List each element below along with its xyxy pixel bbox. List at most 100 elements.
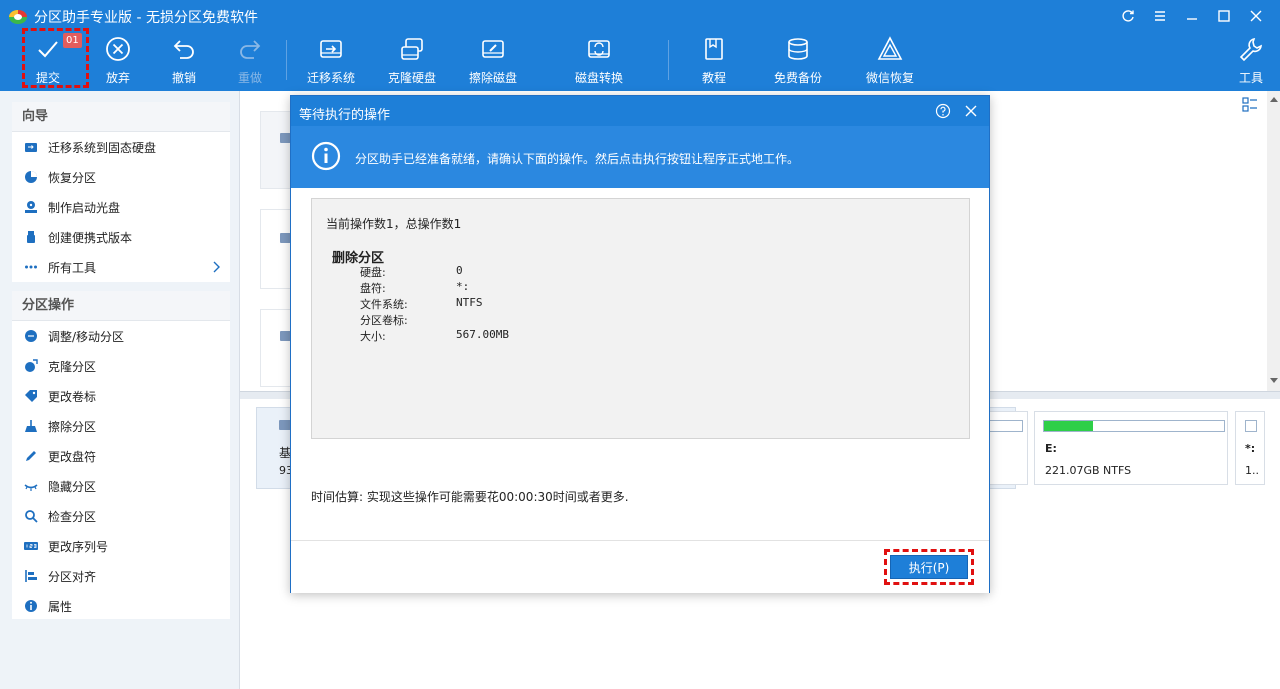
top-bar: 分区助手专业版 - 无损分区免费软件 提交 01 放弃 撤销 重做 迁移系统 克… bbox=[0, 0, 1280, 91]
info-message: 分区助手已经准备就绪，请确认下面的操作。然后点击执行按钮让程序正式地工作。 bbox=[355, 152, 800, 166]
refresh-button[interactable] bbox=[1112, 4, 1144, 28]
discard-label: 放弃 bbox=[105, 71, 130, 85]
tools-button[interactable]: 工具 bbox=[1236, 34, 1266, 88]
help-icon[interactable] bbox=[935, 103, 951, 119]
sidebar-item-label: 所有工具 bbox=[48, 260, 97, 275]
partition-letter: *: bbox=[1245, 442, 1256, 455]
op-field-label: 大小: bbox=[360, 330, 386, 343]
sidebar-item-change-label[interactable]: 更改卷标 bbox=[12, 381, 230, 411]
sidebar-item-bootable-media[interactable]: 制作启动光盘 bbox=[12, 192, 230, 222]
sidebar-item-change-serial[interactable]: 更改序列号 bbox=[12, 531, 230, 561]
vertical-scrollbar[interactable] bbox=[1267, 91, 1280, 391]
app-logo-icon bbox=[9, 10, 27, 24]
wipe-disk-button[interactable]: 擦除磁盘 bbox=[469, 34, 517, 88]
migrate-os-label: 迁移系统 bbox=[307, 71, 356, 85]
wechat-recovery-label: 微信恢复 bbox=[866, 71, 915, 85]
redo-icon bbox=[240, 40, 261, 59]
toolbar-separator bbox=[668, 40, 669, 80]
hamburger-icon bbox=[1155, 11, 1165, 21]
op-field-label: 盘符: bbox=[360, 282, 386, 295]
sidebar-item-check-partition[interactable]: 检查分区 bbox=[12, 501, 230, 531]
disk-convert-label: 磁盘转换 bbox=[575, 71, 624, 85]
align-icon bbox=[25, 570, 37, 582]
magnifier-icon bbox=[25, 510, 38, 523]
undo-label: 撤销 bbox=[171, 71, 196, 85]
sidebar-item-label: 擦除分区 bbox=[48, 419, 97, 434]
title-bar: 分区助手专业版 - 无损分区免费软件 bbox=[0, 0, 1280, 32]
pencil-icon bbox=[26, 451, 36, 461]
sidebar-item-resize-move[interactable]: 调整/移动分区 bbox=[12, 321, 230, 351]
op-field-value: 0 bbox=[456, 264, 463, 277]
close-icon[interactable] bbox=[963, 103, 979, 119]
wipe-disk-label: 擦除磁盘 bbox=[469, 71, 518, 85]
undo-button[interactable]: 撤销 bbox=[169, 34, 199, 88]
redo-button[interactable]: 重做 bbox=[235, 34, 265, 88]
resize-icon bbox=[25, 330, 37, 342]
partition-usage-bar bbox=[1043, 420, 1225, 432]
partition-ops-panel: 分区操作 调整/移动分区 克隆分区 更改卷标 擦除分区 更改盘符 隐藏分区 检查… bbox=[12, 291, 230, 619]
minimize-button[interactable] bbox=[1176, 4, 1208, 28]
operations-list: 当前操作数1，总操作数1 删除分区 硬盘: 0 盘符: *: 文件系统: NTF… bbox=[311, 198, 970, 439]
free-backup-button[interactable]: 免费备份 bbox=[774, 34, 822, 88]
sidebar-item-recover-partition[interactable]: 恢复分区 bbox=[12, 162, 230, 192]
cancel-circle-icon bbox=[106, 37, 130, 61]
scroll-up-icon[interactable] bbox=[1269, 95, 1279, 103]
tutorial-button[interactable]: 教程 bbox=[699, 34, 729, 88]
recovery-triangle-icon bbox=[877, 36, 903, 60]
clone-disk-label: 克隆硬盘 bbox=[388, 71, 437, 85]
hidden-eye-icon bbox=[24, 484, 38, 491]
usb-drive-icon bbox=[27, 231, 35, 243]
wrench-icon bbox=[1239, 37, 1262, 62]
sidebar-item-all-tools[interactable]: 所有工具 bbox=[12, 252, 230, 282]
partition-card-e[interactable]: E: 221.07GB NTFS bbox=[1034, 411, 1228, 485]
book-icon bbox=[705, 38, 723, 60]
dialog-title: 等待执行的操作 bbox=[299, 108, 391, 123]
scroll-down-icon[interactable] bbox=[1269, 377, 1279, 385]
sidebar-item-portable-version[interactable]: 创建便携式版本 bbox=[12, 222, 230, 252]
sidebar-item-properties[interactable]: 属性 bbox=[12, 591, 230, 621]
disk-convert-icon bbox=[588, 40, 610, 58]
sidebar-item-label: 更改序列号 bbox=[48, 539, 109, 554]
op-field-value: *: bbox=[456, 280, 470, 293]
sidebar-item-label: 更改卷标 bbox=[48, 389, 97, 404]
partition-usage-bar bbox=[1245, 420, 1257, 432]
redo-label: 重做 bbox=[237, 71, 262, 85]
wizard-heading: 向导 bbox=[12, 102, 230, 132]
sidebar-item-align-partition[interactable]: 分区对齐 bbox=[12, 561, 230, 591]
sidebar-item-wipe-partition[interactable]: 擦除分区 bbox=[12, 411, 230, 441]
sidebar-item-clone-partition[interactable]: 克隆分区 bbox=[12, 351, 230, 381]
pie-icon bbox=[25, 171, 37, 183]
sidebar-item-hide-partition[interactable]: 隐藏分区 bbox=[12, 471, 230, 501]
partition-info: 221.07GB NTFS bbox=[1045, 464, 1132, 477]
sidebar-item-label: 分区对齐 bbox=[48, 569, 97, 584]
time-estimate: 时间估算: 实现这些操作可能需要花00:00:30时间或者更多. bbox=[311, 490, 629, 504]
sidebar-item-label: 克隆分区 bbox=[48, 359, 97, 374]
dialog-footer: 执行(P) bbox=[291, 540, 989, 593]
discard-button[interactable]: 放弃 bbox=[103, 34, 133, 88]
free-backup-label: 免费备份 bbox=[774, 71, 823, 85]
op-field-label: 分区卷标: bbox=[360, 314, 408, 327]
sidebar-item-label: 恢复分区 bbox=[48, 170, 97, 185]
wechat-recovery-button[interactable]: 微信恢复 bbox=[866, 34, 914, 88]
dialog-title-bar: 等待执行的操作 bbox=[291, 96, 989, 126]
sidebar-item-change-drive-letter[interactable]: 更改盘符 bbox=[12, 441, 230, 471]
menu-button[interactable] bbox=[1144, 4, 1176, 28]
maximize-icon bbox=[1218, 10, 1230, 22]
chevron-right-icon bbox=[213, 261, 220, 273]
partition-card-star[interactable]: *: 1.. bbox=[1235, 411, 1265, 485]
sidebar-item-migrate-ssd[interactable]: 迁移系统到固态硬盘 bbox=[12, 132, 230, 162]
execute-highlight-box bbox=[884, 549, 974, 585]
migrate-os-button[interactable]: 迁移系统 bbox=[307, 34, 355, 88]
migrate-disk-icon bbox=[25, 143, 37, 152]
close-window-button[interactable] bbox=[1240, 4, 1272, 28]
clone-disk-button[interactable]: 克隆硬盘 bbox=[388, 34, 436, 88]
disk-convert-button[interactable]: 磁盘转换 bbox=[575, 34, 623, 88]
partition-ops-heading: 分区操作 bbox=[12, 291, 230, 321]
sidebar-item-label: 迁移系统到固态硬盘 bbox=[48, 140, 157, 155]
op-field-value: 567.00MB bbox=[456, 328, 509, 341]
clone-disk-icon bbox=[401, 38, 423, 60]
view-toggle-icon[interactable] bbox=[1240, 95, 1260, 115]
partition-letter: E: bbox=[1045, 442, 1057, 455]
wipe-disk-icon bbox=[482, 40, 504, 58]
maximize-button[interactable] bbox=[1208, 4, 1240, 28]
